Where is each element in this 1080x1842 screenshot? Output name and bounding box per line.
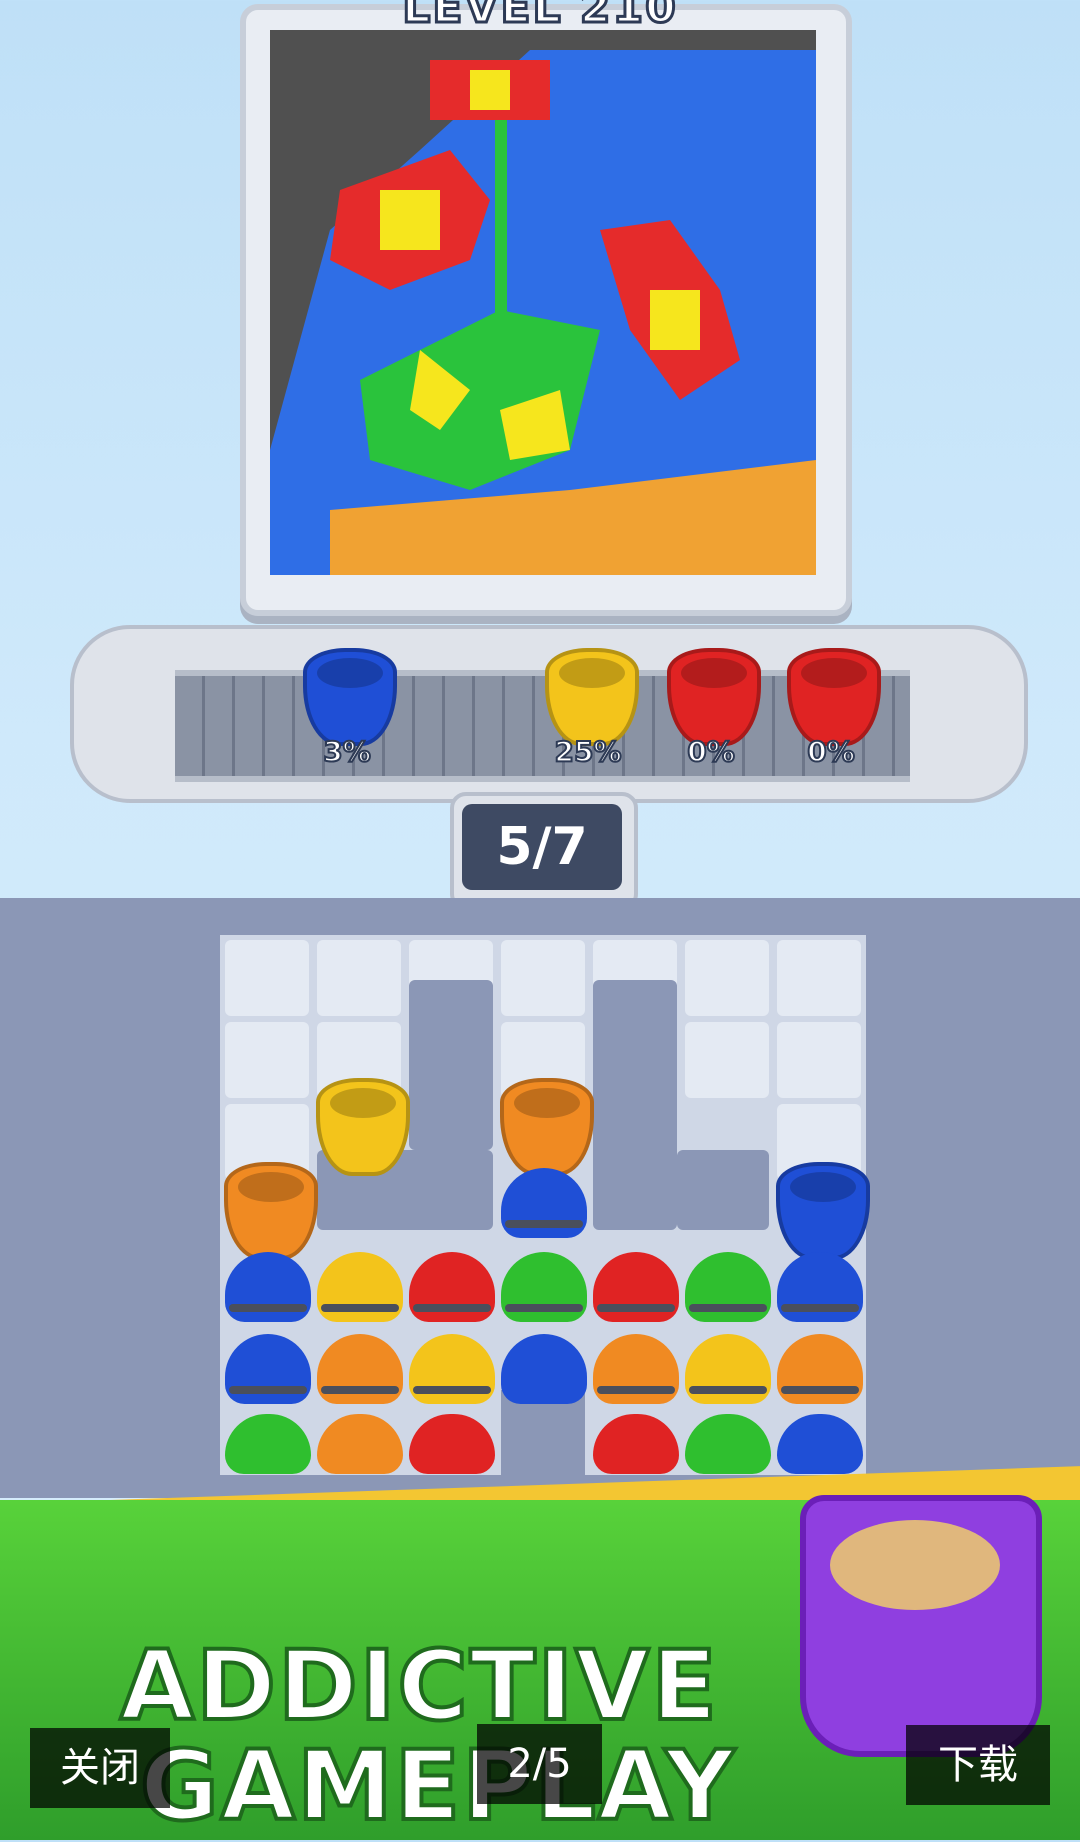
download-button[interactable]: 下载 <box>906 1725 1050 1805</box>
conveyor-cup-red-2[interactable] <box>787 648 881 746</box>
grid-tile <box>685 1022 769 1098</box>
wall-block <box>409 980 493 1150</box>
cup-percent-red-2: 0% <box>806 734 856 769</box>
grid-tile <box>777 1022 861 1098</box>
cup-percent-yellow: 25% <box>553 734 622 769</box>
wall-block <box>593 980 677 1230</box>
grid-tile <box>225 940 309 1016</box>
grid-tile <box>685 940 769 1016</box>
wall-block <box>677 1150 769 1230</box>
grid-cup-orange[interactable] <box>500 1078 594 1176</box>
grid-tile <box>777 940 861 1016</box>
grid-tile <box>225 1022 309 1098</box>
close-button[interactable]: 关闭 <box>30 1728 170 1808</box>
grid-tile <box>501 940 585 1016</box>
banner-headline-line2: GAMEPLAY <box>138 1728 737 1842</box>
grid-cup-blue[interactable] <box>776 1162 870 1260</box>
conveyor-cup-blue[interactable] <box>303 648 397 746</box>
bucket-sand <box>830 1520 1000 1610</box>
conveyor-cup-yellow[interactable] <box>545 648 639 746</box>
grid-cup-orange[interactable] <box>224 1162 318 1260</box>
sand-painting <box>270 30 816 575</box>
page-indicator: 2/5 <box>477 1724 602 1804</box>
conveyor-cup-red-1[interactable] <box>667 648 761 746</box>
progress-counter: 5/7 <box>462 804 622 890</box>
cup-percent-red-1: 0% <box>686 734 736 769</box>
cup-percent-blue: 3% <box>322 734 372 769</box>
grid-tile <box>317 940 401 1016</box>
banner-headline-line1: ADDICTIVE <box>118 1628 719 1744</box>
grid-cup-yellow[interactable] <box>316 1078 410 1176</box>
level-title: LEVEL 210 <box>401 0 678 35</box>
